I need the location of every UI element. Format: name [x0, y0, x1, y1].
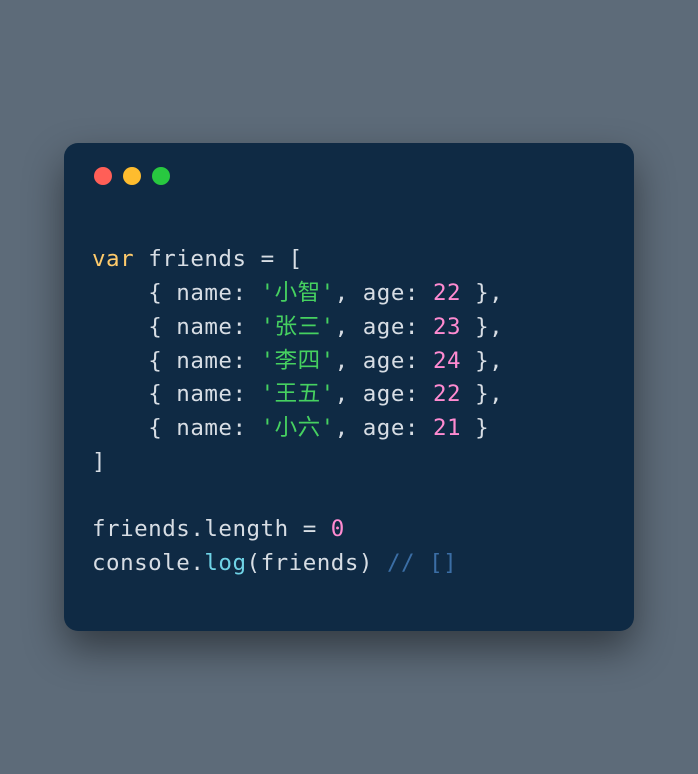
comma: ,: [489, 348, 503, 374]
colon: :: [232, 280, 246, 306]
ident-log: log: [204, 550, 246, 576]
brace-close: }: [475, 348, 489, 374]
comma: ,: [489, 280, 503, 306]
num-age-3: 22: [433, 381, 461, 407]
brace-open: {: [148, 381, 162, 407]
str-name-4: '小六': [261, 415, 335, 441]
brace-open: {: [148, 314, 162, 340]
colon: :: [405, 314, 419, 340]
brace-open: {: [148, 415, 162, 441]
num-age-4: 21: [433, 415, 461, 441]
bracket-open: [: [289, 246, 303, 272]
str-name-3: '王五': [261, 381, 335, 407]
brace-close: }: [475, 280, 489, 306]
brace-close: }: [475, 314, 489, 340]
str-name-2: '李四': [261, 348, 335, 374]
colon: :: [405, 280, 419, 306]
colon: :: [232, 314, 246, 340]
ident-friends: friends: [148, 246, 246, 272]
brace-open: {: [148, 280, 162, 306]
key-age: age: [363, 348, 405, 374]
bracket-close: ]: [92, 449, 106, 475]
comma: ,: [335, 381, 349, 407]
equals: =: [261, 246, 275, 272]
colon: :: [232, 381, 246, 407]
num-age-0: 22: [433, 280, 461, 306]
key-name: name: [176, 314, 232, 340]
colon: :: [405, 381, 419, 407]
traffic-lights: [94, 167, 606, 185]
comma: ,: [489, 381, 503, 407]
key-age: age: [363, 381, 405, 407]
str-name-1: '张三': [261, 314, 335, 340]
paren-close: ): [359, 550, 373, 576]
key-age: age: [363, 415, 405, 441]
ident-console: console: [92, 550, 190, 576]
keyword-var: var: [92, 246, 134, 272]
comma: ,: [335, 415, 349, 441]
colon: :: [405, 415, 419, 441]
key-name: name: [176, 348, 232, 374]
comma: ,: [335, 314, 349, 340]
comma: ,: [335, 280, 349, 306]
key-name: name: [176, 280, 232, 306]
num-age-2: 24: [433, 348, 461, 374]
equals: =: [303, 516, 317, 542]
colon: :: [232, 348, 246, 374]
minimize-icon[interactable]: [123, 167, 141, 185]
ident-length: length: [204, 516, 288, 542]
dot: .: [190, 550, 204, 576]
num-zero: 0: [331, 516, 345, 542]
colon: :: [405, 348, 419, 374]
maximize-icon[interactable]: [152, 167, 170, 185]
dot: .: [190, 516, 204, 542]
str-name-0: '小智': [261, 280, 335, 306]
comma: ,: [335, 348, 349, 374]
ident-friends: friends: [92, 516, 190, 542]
key-name: name: [176, 415, 232, 441]
comment: // []: [387, 550, 457, 576]
close-icon[interactable]: [94, 167, 112, 185]
num-age-1: 23: [433, 314, 461, 340]
code-block: var friends = [ { name: '小智', age: 22 },…: [92, 243, 606, 581]
key-age: age: [363, 280, 405, 306]
brace-close: }: [475, 415, 489, 441]
brace-open: {: [148, 348, 162, 374]
code-window: var friends = [ { name: '小智', age: 22 },…: [64, 143, 634, 631]
colon: :: [232, 415, 246, 441]
key-name: name: [176, 381, 232, 407]
comma: ,: [489, 314, 503, 340]
brace-close: }: [475, 381, 489, 407]
key-age: age: [363, 314, 405, 340]
paren-open: (: [247, 550, 261, 576]
ident-friends: friends: [261, 550, 359, 576]
